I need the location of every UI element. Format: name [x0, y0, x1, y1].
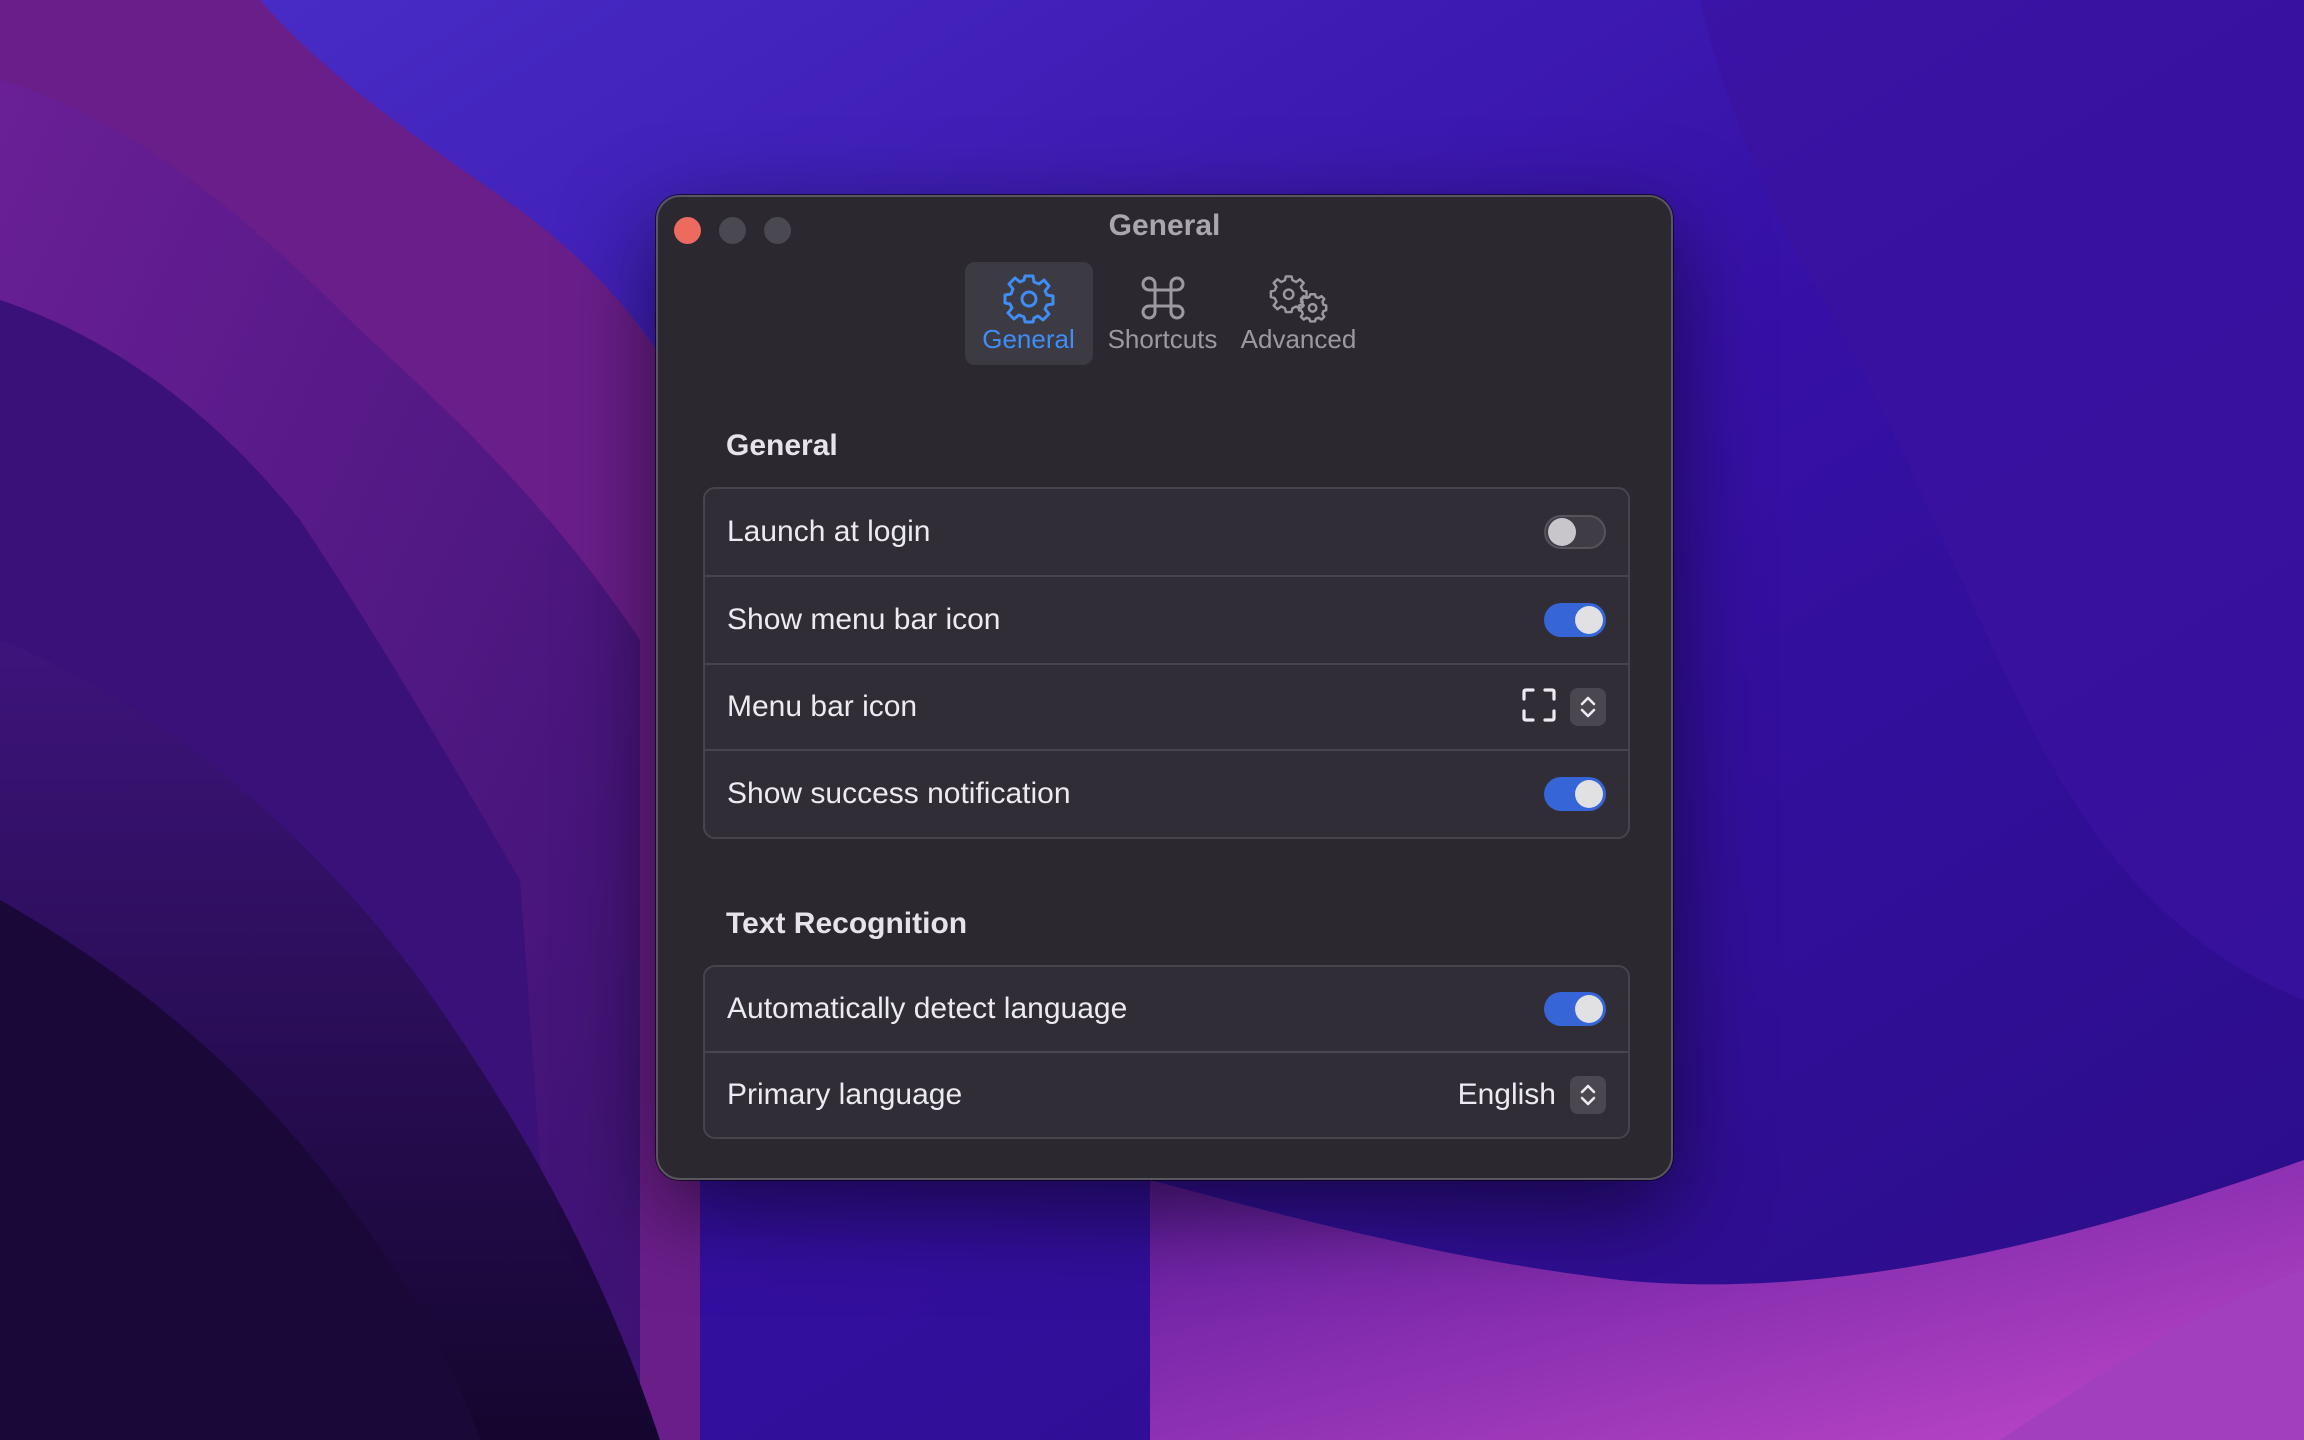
auto-detect-language-toggle[interactable]	[1544, 992, 1606, 1026]
show-success-notification-toggle[interactable]	[1544, 777, 1606, 811]
window-title: General	[1108, 209, 1221, 242]
gears-icon	[1269, 270, 1329, 326]
menu-bar-icon-row: Menu bar icon	[705, 665, 1628, 751]
viewfinder-icon	[1522, 687, 1556, 727]
chevron-updown-icon	[1580, 1084, 1596, 1106]
tab-general-label: General	[982, 324, 1075, 354]
primary-language-value: English	[1457, 1078, 1556, 1111]
general-settings-card: Launch at login Show menu bar icon Menu …	[703, 487, 1630, 839]
text-recognition-card: Automatically detect language Primary la…	[703, 965, 1630, 1139]
show-success-notification-label: Show success notification	[727, 777, 1071, 810]
chevron-updown-icon	[1580, 696, 1596, 718]
primary-language-row: Primary language English	[705, 1053, 1628, 1137]
tab-advanced[interactable]: Advanced	[1233, 262, 1365, 365]
tab-shortcuts-label: Shortcuts	[1107, 324, 1218, 354]
launch-at-login-toggle[interactable]	[1544, 515, 1606, 549]
show-menu-bar-icon-label: Show menu bar icon	[727, 603, 1001, 636]
menu-bar-icon-picker[interactable]	[1522, 687, 1606, 727]
auto-detect-language-row: Automatically detect language	[705, 967, 1628, 1053]
settings-window: General General Shortcuts Advanced Gener…	[656, 195, 1673, 1180]
menu-bar-icon-label: Menu bar icon	[727, 690, 918, 723]
tab-advanced-label: Advanced	[1240, 324, 1357, 354]
show-menu-bar-icon-row: Show menu bar icon	[705, 577, 1628, 665]
toolbar-tabs: General Shortcuts Advanced	[658, 262, 1671, 365]
show-menu-bar-icon-toggle[interactable]	[1544, 603, 1606, 637]
primary-language-label: Primary language	[727, 1078, 963, 1111]
menu-bar-icon-stepper[interactable]	[1570, 688, 1606, 726]
tab-shortcuts[interactable]: Shortcuts	[1099, 262, 1227, 365]
gear-icon	[999, 270, 1059, 326]
command-icon	[1133, 270, 1193, 326]
auto-detect-language-label: Automatically detect language	[727, 992, 1128, 1025]
section-title-text-recognition: Text Recognition	[726, 907, 968, 940]
tab-general[interactable]: General	[964, 262, 1093, 365]
primary-language-picker[interactable]: English	[1458, 1076, 1606, 1114]
show-success-notification-row: Show success notification	[705, 751, 1628, 837]
section-title-general: General	[726, 429, 838, 462]
launch-at-login-label: Launch at login	[727, 515, 931, 548]
launch-at-login-row: Launch at login	[705, 489, 1628, 577]
primary-language-stepper[interactable]	[1570, 1076, 1606, 1114]
